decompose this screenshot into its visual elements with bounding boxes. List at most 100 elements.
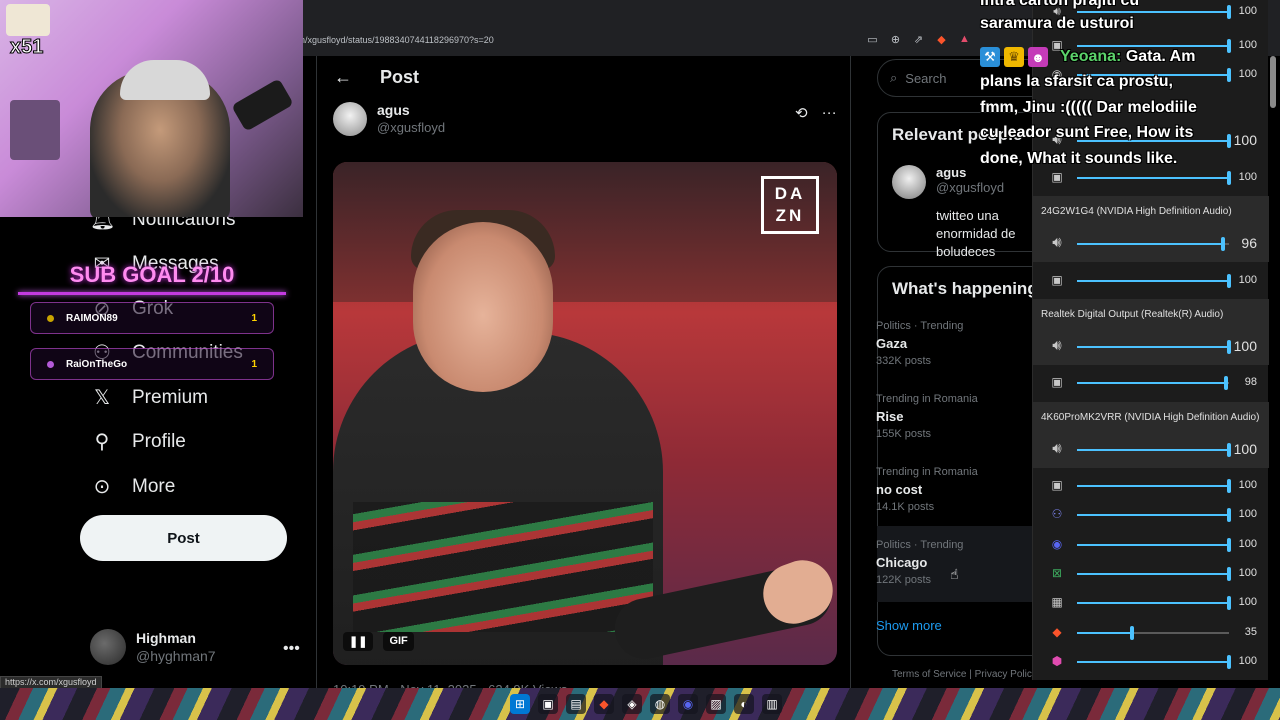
streamer-headphones <box>120 60 210 100</box>
volume-value: 100 <box>1238 479 1257 491</box>
volume-row[interactable]: ▦ 100 <box>1033 592 1269 614</box>
nav-premium[interactable]: 𝕏 Premium <box>90 385 208 410</box>
cast-icon[interactable]: ▭ <box>866 33 879 46</box>
volume-slider[interactable] <box>1077 274 1231 288</box>
volume-row[interactable]: ▣ 100 <box>1033 475 1269 497</box>
more-dots-icon[interactable]: ··· <box>822 104 837 122</box>
volume-row[interactable]: ◉ 100 <box>1033 534 1269 556</box>
post-button[interactable]: Post <box>80 515 287 561</box>
sub-name: RAIMON89 <box>66 312 118 324</box>
volume-row[interactable]: ⬢ 100 <box>1033 651 1269 673</box>
windows-start-icon[interactable]: ⊞ <box>510 694 530 714</box>
volume-value: 96 <box>1241 235 1257 251</box>
chat-text: fmm, Jinu :((((( Dar melodiile <box>980 99 1197 116</box>
trend-item[interactable]: Politics · Trending Gaza 332K posts <box>876 320 963 367</box>
volume-slider[interactable] <box>1077 237 1229 251</box>
relevant-user-handle[interactable]: @xgusfloyd <box>936 180 1004 195</box>
volume-value: 98 <box>1244 376 1257 388</box>
avatar[interactable] <box>892 165 926 199</box>
app-icon[interactable]: ▥ <box>762 694 782 714</box>
volume-row[interactable]: ⚇ 100 <box>1033 504 1269 526</box>
back-arrow-icon[interactable]: ← <box>334 67 352 88</box>
share-icon[interactable]: ⇗ <box>912 33 925 46</box>
volume-slider[interactable] <box>1077 567 1231 581</box>
author-name[interactable]: agus <box>377 102 445 118</box>
volume-row[interactable]: 🔊︎ 100 <box>1033 439 1269 461</box>
app-icon[interactable]: ▨ <box>706 694 726 714</box>
app-icon[interactable]: ◐ <box>734 694 754 714</box>
discord-icon: ◉ <box>1051 537 1063 551</box>
volume-slider[interactable] <box>1077 171 1231 185</box>
volume-row[interactable]: 🔊︎ 96 <box>1033 233 1269 255</box>
mouse-cursor-icon: ☝︎ <box>950 566 959 582</box>
chat-text: done, What it sounds like. <box>980 150 1178 167</box>
task-view-icon[interactable]: ▣ <box>538 694 558 714</box>
trend-name: no cost <box>876 482 923 497</box>
volume-slider[interactable] <box>1077 376 1229 390</box>
volume-row[interactable]: 🔊︎ 100 <box>1033 336 1269 358</box>
post-gif[interactable]: DA ZN ❚❚ GIF <box>333 162 837 665</box>
app-monitor-icon: ▣ <box>1051 273 1063 287</box>
x-logo-icon: 𝕏 <box>93 387 111 409</box>
taskbar: ⊞ ▣ ▤ ◆ ◈ ◍ ◉ ▨ ◐ ▥ <box>0 688 1280 720</box>
volume-value: 100 <box>1233 441 1257 457</box>
webcam-background-shelf <box>10 100 60 160</box>
volume-row[interactable]: ▣ 98 <box>1033 372 1269 394</box>
xbox-icon: ⊠ <box>1051 566 1063 580</box>
trend-item[interactable]: Trending in Romania no cost 14.1K posts <box>876 466 978 513</box>
avatar[interactable] <box>333 102 367 136</box>
app-icon[interactable]: ◈ <box>622 694 642 714</box>
brave-rewards-icon[interactable]: ▲ <box>958 33 971 46</box>
volume-slider[interactable] <box>1077 508 1231 522</box>
nav-more[interactable]: ⊙ More <box>90 474 176 499</box>
discord-icon[interactable]: ◉ <box>678 694 698 714</box>
robot-badge-icon: ☻ <box>1028 47 1048 67</box>
volume-value: 35 <box>1244 626 1257 638</box>
more-circle-icon: ⊙ <box>93 476 111 498</box>
volume-value: 100 <box>1233 338 1257 354</box>
volume-slider[interactable] <box>1077 538 1231 552</box>
coin-icon <box>47 360 54 368</box>
volume-slider[interactable] <box>1077 479 1231 493</box>
crown-badge-icon: ♛ <box>1004 47 1024 67</box>
account-name: Highman <box>136 630 196 646</box>
file-explorer-icon[interactable]: ▤ <box>566 694 586 714</box>
trend-name: Rise <box>876 409 904 424</box>
volume-slider[interactable] <box>1077 655 1231 669</box>
account-switcher[interactable]: Highman @hyghman7 <box>90 629 216 665</box>
volume-row[interactable]: ◆ 35 <box>1033 622 1269 644</box>
post-actions: ⟲ ··· <box>795 104 837 122</box>
search-icon: ⌕ <box>890 70 898 85</box>
avatar <box>90 629 126 665</box>
chat-text: saramura de usturoi <box>980 15 1134 32</box>
volume-slider[interactable] <box>1077 626 1229 640</box>
nav-profile[interactable]: ⚲ Profile <box>90 429 186 454</box>
trend-context: Politics · Trending <box>876 320 964 332</box>
chat-text: plans la sfarsit ca prostu, <box>980 73 1173 90</box>
trend-context: Trending in Romania <box>876 466 978 478</box>
brave-icon[interactable]: ◆ <box>594 694 614 714</box>
trend-count: 155K posts <box>876 428 932 440</box>
footer-links[interactable]: Terms of Service | Privacy Policy <box>892 669 1032 680</box>
show-more-link[interactable]: Show more <box>876 618 942 633</box>
post-author[interactable]: agus @xgusfloyd <box>333 102 445 136</box>
volume-row[interactable]: ▣ 100 <box>1033 270 1269 292</box>
zoom-icon[interactable]: ⊕ <box>889 33 902 46</box>
grok-explain-icon[interactable]: ⟲ <box>795 104 808 122</box>
sub-count: 1 <box>251 358 257 370</box>
emote-count: x51 <box>9 36 44 59</box>
speaker-icon: 🔊︎ <box>1052 337 1062 354</box>
more-dots-icon[interactable]: ••• <box>283 640 300 658</box>
app-icon[interactable]: ◍ <box>650 694 670 714</box>
dazn-logo: DA ZN <box>761 176 819 234</box>
address-bar-icons: ▭ ⊕ ⇗ ◆ ▲ <box>866 33 971 46</box>
volume-slider[interactable] <box>1077 443 1231 457</box>
pause-icon[interactable]: ❚❚ <box>343 632 374 651</box>
volume-row[interactable]: ⊠ 100 <box>1033 563 1269 585</box>
trend-item[interactable]: Trending in Romania Rise 155K posts <box>876 393 978 440</box>
author-handle[interactable]: @xgusfloyd <box>377 120 445 135</box>
brave-shield-icon[interactable]: ◆ <box>935 33 948 46</box>
volume-slider[interactable] <box>1077 340 1231 354</box>
volume-slider[interactable] <box>1077 596 1231 610</box>
page-title: Post <box>380 67 420 87</box>
